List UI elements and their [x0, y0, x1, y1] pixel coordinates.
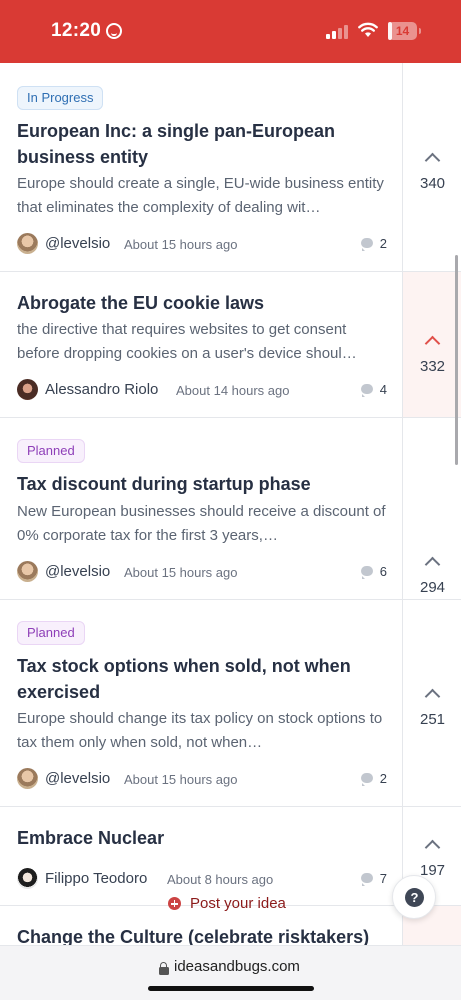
- author-name[interactable]: Alessandro Riolo: [45, 379, 158, 400]
- idea-description: Europe should change its tax policy on s…: [17, 710, 383, 751]
- question-mark-icon: ?: [405, 888, 424, 907]
- scrollbar[interactable]: [455, 255, 458, 465]
- idea-card[interactable]: Abrogate the EU cookie laws the directiv…: [0, 272, 461, 418]
- battery-level: 14: [395, 24, 410, 38]
- chevron-up-icon: [424, 152, 441, 169]
- help-button[interactable]: ?: [392, 875, 436, 919]
- lock-icon: [159, 962, 169, 975]
- upvote-button[interactable]: 340: [403, 151, 461, 197]
- idea-title[interactable]: Tax stock options when sold, not when ex…: [17, 653, 387, 705]
- vote-count: 332: [419, 358, 446, 375]
- author-name[interactable]: @levelsio: [45, 233, 110, 254]
- vote-count: 340: [419, 175, 446, 192]
- post-time: About 15 hours ago: [124, 565, 238, 580]
- comment-icon: [361, 873, 373, 886]
- idea-description: the directive that requires websites to …: [17, 321, 357, 362]
- avatar: [17, 379, 38, 400]
- comment-count-value: 4: [379, 382, 387, 397]
- idea-content[interactable]: Planned Tax discount during startup phas…: [0, 418, 402, 599]
- idea-meta: @levelsio About 15 hours ago 2: [17, 233, 387, 257]
- status-badge: Planned: [17, 621, 85, 645]
- comment-icon: [361, 566, 373, 579]
- clock: 12:20: [51, 20, 102, 41]
- vote-count: 251: [419, 711, 446, 728]
- idea-title[interactable]: Abrogate the EU cookie laws: [17, 290, 387, 316]
- author-name[interactable]: @levelsio: [45, 561, 110, 582]
- idea-card[interactable]: In Progress European Inc: a single pan-E…: [0, 63, 461, 272]
- comment-count-value: 6: [379, 564, 387, 579]
- comment-count-value: 7: [379, 871, 387, 886]
- battery-cap: [419, 28, 421, 34]
- idea-card[interactable]: Planned Tax stock options when sold, not…: [0, 600, 461, 807]
- url-domain[interactable]: ideasandbugs.com: [174, 956, 300, 978]
- status-badge: Planned: [17, 439, 85, 463]
- vote-column: 251: [402, 600, 461, 806]
- chevron-up-icon: [424, 688, 441, 705]
- chevron-up-icon: [424, 556, 441, 573]
- idea-meta: @levelsio About 15 hours ago 6: [17, 561, 387, 585]
- idea-title[interactable]: Tax discount during startup phase: [17, 471, 387, 497]
- idea-meta: Filippo Teodoro About 8 hours ago 7: [17, 868, 387, 892]
- comment-icon: [361, 238, 373, 251]
- ideas-list: In Progress European Inc: a single pan-E…: [0, 63, 461, 945]
- post-time: About 14 hours ago: [176, 383, 290, 398]
- avatar: [17, 561, 38, 582]
- upvote-button[interactable]: 332: [403, 334, 461, 380]
- idea-title[interactable]: European Inc: a single pan-European busi…: [17, 118, 387, 170]
- cellular-signal-icon: [326, 25, 350, 39]
- chevron-up-icon: [424, 839, 441, 856]
- vote-column: 294: [402, 418, 461, 599]
- avatar: [17, 868, 38, 889]
- battery-icon: 14: [388, 22, 417, 40]
- idea-content[interactable]: In Progress European Inc: a single pan-E…: [0, 63, 402, 271]
- idea-title[interactable]: Embrace Nuclear: [17, 825, 387, 851]
- comment-count-value: 2: [379, 771, 387, 786]
- idea-content[interactable]: Planned Tax stock options when sold, not…: [0, 600, 402, 806]
- vote-count: 294: [419, 579, 446, 596]
- status-bar: 12:20 14: [0, 0, 461, 63]
- author-name[interactable]: @levelsio: [45, 768, 110, 789]
- idea-description: New European businesses should receive a…: [17, 503, 386, 544]
- comment-icon: [361, 384, 373, 397]
- idea-content[interactable]: Abrogate the EU cookie laws the directiv…: [0, 272, 402, 417]
- idea-title[interactable]: Change the Culture (celebrate risktakers…: [17, 924, 397, 945]
- post-time: About 8 hours ago: [167, 872, 274, 887]
- comment-icon: [361, 773, 373, 786]
- idea-description: Europe should create a single, EU-wide b…: [17, 175, 384, 216]
- comment-count-value: 2: [379, 236, 387, 251]
- upvote-button[interactable]: 251: [403, 687, 461, 733]
- chevron-up-icon: [424, 335, 441, 352]
- status-badge: In Progress: [17, 86, 104, 110]
- author-name[interactable]: Filippo Teodoro: [45, 868, 147, 889]
- smiley-icon: [106, 23, 122, 39]
- vote-column: 332: [402, 272, 461, 417]
- post-time: About 15 hours ago: [124, 772, 238, 787]
- post-time: About 15 hours ago: [124, 237, 238, 252]
- wifi-icon: [358, 22, 378, 37]
- avatar: [17, 233, 38, 254]
- upvote-button[interactable]: 294: [403, 555, 461, 601]
- idea-meta: Alessandro Riolo About 14 hours ago 4: [17, 379, 387, 403]
- post-idea-label: Post your idea: [190, 895, 286, 912]
- home-indicator[interactable]: [148, 986, 314, 991]
- avatar: [17, 768, 38, 789]
- browser-url-bar[interactable]: ideasandbugs.com: [0, 945, 461, 1000]
- vote-column: 340: [402, 63, 461, 271]
- idea-meta: @levelsio About 15 hours ago 2: [17, 768, 387, 792]
- idea-card[interactable]: Planned Tax discount during startup phas…: [0, 418, 461, 600]
- plus-circle-icon: [168, 897, 181, 910]
